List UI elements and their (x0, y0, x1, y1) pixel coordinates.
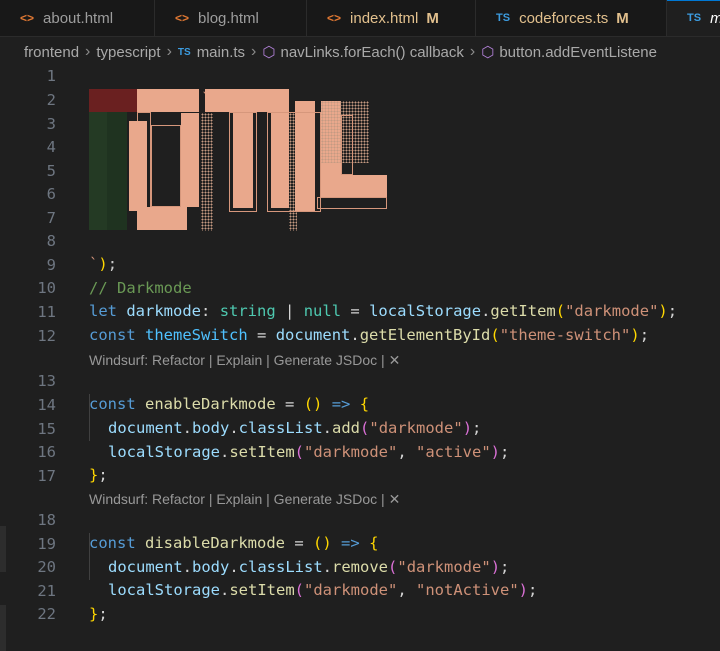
code-line: console.log(` (0, 65, 720, 108)
code-token: } (89, 466, 99, 484)
tab-main-ts[interactable]: TS m (667, 0, 720, 36)
art-edge (151, 125, 181, 207)
art-edge (341, 115, 353, 175)
tab-label: about.html (43, 9, 114, 27)
code-line: const enableDarkmode = () => { (0, 370, 720, 413)
breadcrumb-file-label: main.ts (196, 43, 246, 61)
art-shade (89, 89, 137, 112)
line-number: 5 (46, 162, 56, 180)
tab-label: m (710, 10, 720, 27)
chevron-right-icon: › (469, 43, 476, 60)
typescript-file-icon: TS (687, 12, 702, 24)
tab-blog-html[interactable]: <> blog.html (155, 0, 307, 36)
art-block (129, 121, 147, 211)
symbol-method-icon: ⬡ (262, 44, 276, 61)
tab-label: index.html (350, 9, 419, 27)
tab-codeforces-ts[interactable]: TS codeforces.ts M (476, 0, 667, 36)
editor-tab-bar: <> about.html <> blog.html <> index.html… (0, 0, 720, 37)
modified-indicator: M (616, 9, 629, 27)
symbol-method-icon: ⬡ (481, 44, 495, 61)
html-file-icon: <> (20, 11, 35, 25)
code-token: const (89, 326, 136, 344)
modified-indicator: M (426, 9, 439, 27)
breadcrumb-folder-typescript[interactable]: typescript (96, 44, 160, 61)
code-line: document.body.classList.remove("darkmode… (0, 533, 720, 576)
code-line: }; (0, 580, 720, 623)
chevron-right-icon: › (85, 43, 91, 60)
art-edge (229, 112, 257, 212)
breadcrumb-symbol-label: button.addEventListene (499, 43, 657, 61)
code-line: document.body.classList.add("darkmode"); (0, 394, 720, 437)
code-line: `); (0, 230, 720, 273)
art-block (137, 207, 187, 230)
tab-label: codeforces.ts (519, 9, 609, 27)
code-editor[interactable]: 1 2 3 4 5 6 7 8 9 10 11 12 13 14 15 16 1… (0, 65, 720, 651)
art-shade (89, 112, 107, 230)
typescript-file-icon: TS (177, 46, 191, 58)
code-token: ; (639, 326, 650, 344)
breadcrumb: frontend › typescript › TS main.ts › ⬡ n… (0, 37, 720, 67)
art-block (263, 89, 289, 112)
code-line: }; (0, 441, 720, 484)
tab-index-html[interactable]: <> index.html M (307, 0, 476, 36)
ascii-art-banner (89, 89, 399, 231)
art-block (181, 113, 199, 207)
breadcrumb-symbol-label: navLinks.forEach() callback (280, 43, 464, 61)
code-token: = (257, 326, 267, 344)
art-edge (267, 112, 321, 212)
art-shade (107, 112, 127, 230)
code-token: ) (630, 326, 640, 344)
code-token: document (275, 326, 351, 344)
line-number: 7 (46, 209, 56, 227)
art-block (137, 89, 199, 112)
codelens-actions[interactable]: Windsurf: Refactor | Explain | Generate … (89, 349, 400, 372)
html-file-icon: <> (175, 11, 190, 25)
code-line: let darkmode: string | null = localStora… (0, 277, 720, 320)
code-token: } (89, 605, 99, 623)
breadcrumb-file[interactable]: TS main.ts (178, 44, 245, 61)
html-file-icon: <> (327, 11, 342, 25)
code-line: const themeSwitch = document.getElementB… (0, 301, 720, 344)
code-token: ; (98, 605, 108, 623)
code-line: const disableDarkmode = () => { (0, 509, 720, 552)
chevron-right-icon: › (251, 43, 257, 60)
code-line: // Darkmode (0, 254, 720, 297)
line-number: 6 (46, 185, 56, 203)
typescript-file-icon: TS (496, 12, 511, 24)
code-line: localStorage.setItem("darkmode", "active… (0, 418, 720, 461)
code-line: localStorage.setItem("darkmode", "notAct… (0, 556, 720, 599)
code-token: . (350, 326, 360, 344)
breadcrumb-symbol-listener[interactable]: ⬡ button.addEventListene (481, 43, 657, 62)
codelens-actions[interactable]: Windsurf: Refactor | Explain | Generate … (89, 488, 400, 511)
art-block (321, 175, 387, 197)
code-token: getElementById (359, 326, 491, 344)
tab-about-html[interactable]: <> about.html (0, 0, 155, 36)
art-edge (317, 197, 387, 209)
breadcrumb-symbol-callback[interactable]: ⬡ navLinks.forEach() callback (262, 43, 464, 62)
code-token: themeSwitch (145, 326, 248, 344)
code-token: "theme-switch" (499, 326, 631, 344)
line-number: 4 (46, 138, 56, 156)
chevron-right-icon: › (166, 43, 172, 60)
breadcrumb-folder-frontend[interactable]: frontend (24, 44, 79, 61)
code-token: ( (490, 326, 500, 344)
code-token: ; (98, 466, 108, 484)
art-shade (201, 113, 213, 231)
tab-label: blog.html (198, 9, 259, 27)
